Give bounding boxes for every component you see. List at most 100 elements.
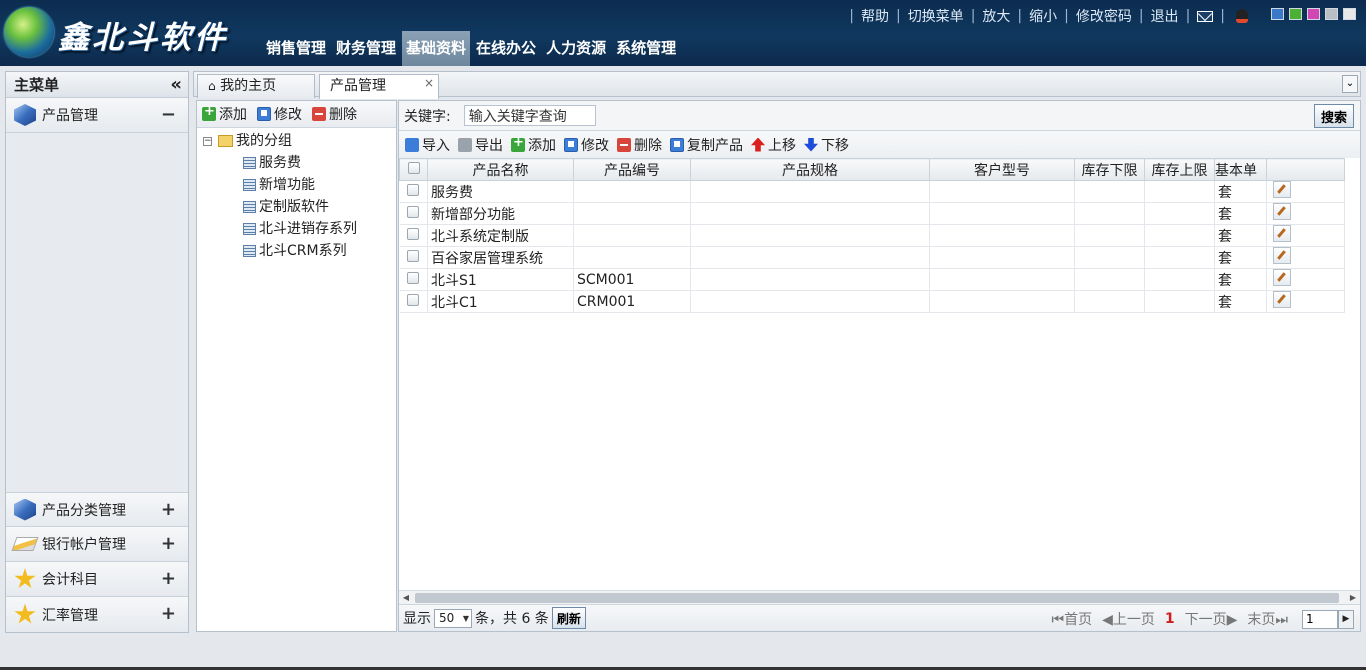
grid-add-button[interactable]: 添加 (511, 135, 556, 155)
row-checkbox[interactable] (399, 180, 428, 203)
expand-toggle-icon[interactable]: + (161, 499, 176, 520)
nav-sales[interactable]: 销售管理 (262, 31, 330, 66)
sidebar-item-product-category[interactable]: 产品分类管理 + (6, 492, 188, 527)
row-checkbox[interactable] (399, 290, 428, 313)
last-page-button[interactable]: 末页⏭ (1247, 609, 1288, 629)
copy-product-button[interactable]: 复制产品 (670, 135, 743, 155)
skin-white-button[interactable] (1343, 8, 1356, 20)
first-page-button[interactable]: ⏮首页 (1051, 609, 1092, 629)
logout-link[interactable]: 退出 (1151, 6, 1179, 26)
tree-delete-button[interactable]: 删除 (312, 104, 357, 124)
tree-node[interactable]: 北斗CRM系列 (203, 240, 396, 262)
page-size-select[interactable]: 50 (434, 608, 472, 628)
select-all-checkbox[interactable] (399, 158, 428, 181)
sidebar-item-exchange-rate[interactable]: 汇率管理 + (6, 597, 188, 632)
edit-pencil-icon[interactable] (1273, 181, 1291, 198)
move-down-button[interactable]: 下移 (804, 135, 849, 155)
tree-edit-button[interactable]: 修改 (257, 104, 302, 124)
column-header-stock-min[interactable]: 库存下限 (1074, 158, 1145, 181)
nav-system[interactable]: 系统管理 (612, 31, 680, 66)
zoom-in-link[interactable]: 放大 (982, 6, 1010, 26)
skin-pink-button[interactable] (1307, 8, 1320, 20)
table-row[interactable]: 北斗C1 CRM001 套 (399, 290, 1345, 313)
row-checkbox[interactable] (399, 246, 428, 269)
next-page-button[interactable]: 下一页▶ (1185, 609, 1238, 629)
nav-finance[interactable]: 财务管理 (332, 31, 400, 66)
keyword-search-input[interactable] (463, 105, 596, 126)
copy-icon (670, 137, 684, 152)
skin-gray-button[interactable] (1325, 8, 1338, 20)
page-number-input[interactable] (1302, 609, 1338, 629)
import-label: 导入 (422, 137, 450, 154)
import-button[interactable]: 导入 (405, 135, 450, 155)
tree-add-button[interactable]: 添加 (202, 104, 247, 124)
table-row[interactable]: 百谷家居管理系统 套 (399, 246, 1345, 269)
tree-edit-label: 修改 (274, 107, 302, 123)
collapse-sidebar-icon[interactable]: « (170, 72, 182, 98)
export-button[interactable]: 导出 (458, 135, 503, 155)
collapse-node-icon[interactable]: − (203, 136, 212, 146)
go-page-icon[interactable]: ▶ (1338, 609, 1354, 629)
tab-scroll-down-icon[interactable]: ⌄ (1342, 75, 1358, 93)
column-header-code[interactable]: 产品编号 (573, 158, 691, 181)
tab-bar: ⌂ 我的主页 产品管理 × ⌄ (193, 71, 1361, 99)
column-header-model[interactable]: 客户型号 (929, 158, 1075, 181)
prev-page-button[interactable]: ◀上一页 (1102, 609, 1155, 629)
search-button[interactable]: 搜索 (1313, 104, 1354, 128)
scroll-right-icon[interactable]: ▶ (1346, 591, 1360, 605)
tab-home[interactable]: ⌂ 我的主页 (197, 74, 315, 98)
sidebar-item-product-management[interactable]: 产品管理 − (6, 98, 188, 133)
skin-green-button[interactable] (1289, 8, 1302, 20)
cell-code (573, 246, 691, 269)
edit-pencil-icon[interactable] (1273, 225, 1291, 242)
grid-edit-label: 修改 (581, 137, 609, 154)
edit-pencil-icon[interactable] (1273, 269, 1291, 286)
grid-edit-button[interactable]: 修改 (564, 135, 609, 155)
edit-pencil-icon[interactable] (1273, 291, 1291, 308)
sidebar-item-accounting-subject[interactable]: 会计科目 + (6, 562, 188, 597)
table-row[interactable]: 新增部分功能 套 (399, 202, 1345, 225)
column-header-unit[interactable]: 基本单 (1214, 158, 1267, 181)
horizontal-scrollbar[interactable]: ◀ ▶ (399, 590, 1360, 604)
scroll-left-icon[interactable]: ◀ (399, 591, 413, 605)
tree-node[interactable]: 北斗进销存系列 (203, 218, 396, 240)
sidebar-item-bank-account[interactable]: 银行帐户管理 + (6, 527, 188, 562)
refresh-button[interactable]: 刷新 (551, 607, 586, 629)
tree-node[interactable]: 定制版软件 (203, 196, 396, 218)
expand-toggle-icon[interactable]: + (161, 533, 176, 554)
collapse-toggle-icon[interactable]: − (161, 104, 176, 125)
mail-icon[interactable] (1197, 10, 1214, 22)
help-link[interactable]: 帮助 (861, 6, 889, 26)
edit-pencil-icon[interactable] (1273, 247, 1291, 264)
tree-root-node[interactable]: − 我的分组 (203, 130, 396, 152)
table-row[interactable]: 北斗系统定制版 套 (399, 224, 1345, 247)
row-checkbox[interactable] (399, 268, 428, 291)
close-tab-icon[interactable]: × (424, 72, 434, 94)
column-header-name[interactable]: 产品名称 (427, 158, 574, 181)
tab-product-management[interactable]: 产品管理 × (319, 74, 439, 99)
change-password-link[interactable]: 修改密码 (1076, 6, 1132, 26)
nav-hr[interactable]: 人力资源 (542, 31, 610, 66)
table-row[interactable]: 服务费 套 (399, 180, 1345, 203)
row-checkbox[interactable] (399, 202, 428, 225)
expand-toggle-icon[interactable]: + (161, 568, 176, 589)
column-header-spec[interactable]: 产品规格 (690, 158, 930, 181)
qq-icon[interactable] (1236, 9, 1248, 23)
move-up-button[interactable]: 上移 (751, 135, 796, 155)
scrollbar-thumb[interactable] (415, 593, 1339, 603)
table-row[interactable]: 北斗S1 SCM001 套 (399, 268, 1345, 291)
tree-node[interactable]: 服务费 (203, 152, 396, 174)
switch-menu-link[interactable]: 切换菜单 (908, 6, 964, 26)
expand-toggle-icon[interactable]: + (161, 603, 176, 624)
cell-model (929, 268, 1075, 291)
grid-delete-button[interactable]: 删除 (617, 135, 662, 155)
nav-basic-data[interactable]: 基础资料 (402, 31, 471, 66)
cell-stock-max (1144, 268, 1215, 291)
tree-node[interactable]: 新增功能 (203, 174, 396, 196)
column-header-stock-max[interactable]: 库存上限 (1144, 158, 1215, 181)
nav-online-office[interactable]: 在线办公 (472, 31, 540, 66)
skin-blue-button[interactable] (1271, 8, 1284, 20)
zoom-out-link[interactable]: 缩小 (1029, 6, 1057, 26)
edit-pencil-icon[interactable] (1273, 203, 1291, 220)
row-checkbox[interactable] (399, 224, 428, 247)
